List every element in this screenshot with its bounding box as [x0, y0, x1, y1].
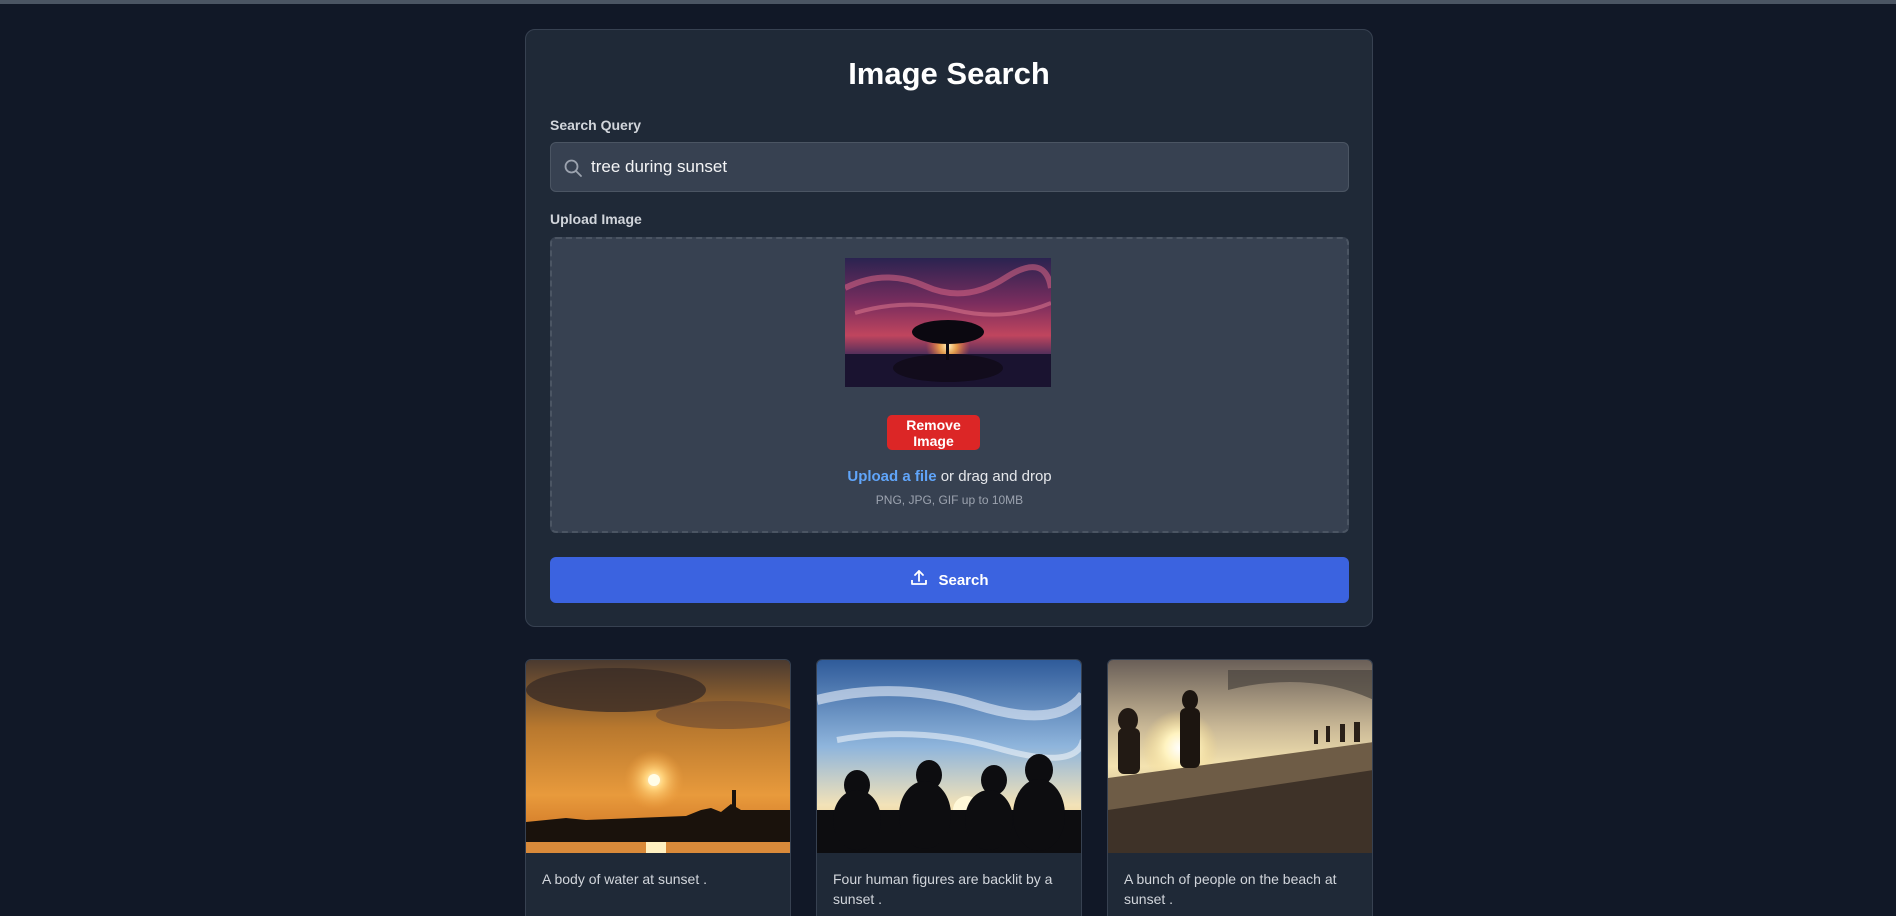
- file-type-hint: PNG, JPG, GIF up to 10MB: [875, 493, 1024, 507]
- upload-instructions: Upload a file or drag and drop: [552, 468, 1347, 485]
- top-border: [0, 0, 1896, 4]
- result-caption: A bunch of people on the beach at sunset…: [1124, 871, 1337, 907]
- result-image: [1108, 660, 1372, 853]
- result-image: [526, 660, 790, 853]
- uploaded-image-preview: [845, 258, 1051, 387]
- upload-icon: [910, 569, 928, 591]
- result-caption: Four human figures are backlit by a suns…: [833, 871, 1053, 907]
- remove-image-button[interactable]: Remove Image: [887, 415, 980, 450]
- result-caption: A body of water at sunset .: [542, 871, 707, 887]
- search-field[interactable]: [550, 142, 1349, 192]
- result-card[interactable]: Four human figures are backlit by a suns…: [816, 659, 1082, 916]
- result-card[interactable]: A bunch of people on the beach at sunset…: [1107, 659, 1373, 916]
- image-dropzone[interactable]: Remove Image Upload a file or drag and d…: [550, 237, 1349, 533]
- result-image: [817, 660, 1081, 853]
- page-title: Image Search: [848, 56, 1050, 91]
- drag-drop-text: or drag and drop: [936, 468, 1052, 485]
- search-panel: Image Search Search Query Upload Image: [525, 29, 1373, 627]
- search-icon: [563, 158, 583, 178]
- search-button-label: Search: [938, 571, 989, 589]
- upload-image-label: Upload Image: [550, 211, 642, 227]
- result-card[interactable]: A body of water at sunset .: [525, 659, 791, 916]
- upload-file-link[interactable]: Upload a file: [847, 468, 936, 485]
- search-query-label: Search Query: [550, 117, 642, 133]
- search-input[interactable]: [591, 143, 1331, 191]
- search-button[interactable]: Search: [550, 557, 1349, 603]
